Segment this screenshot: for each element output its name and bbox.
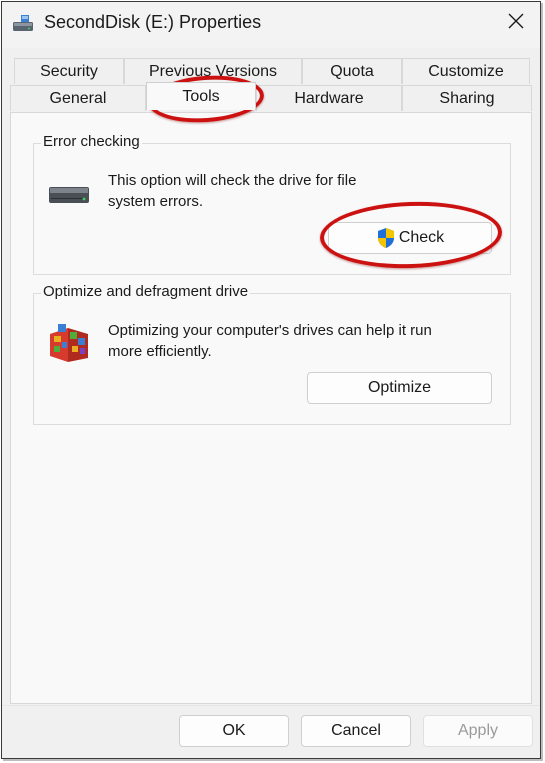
tab-sharing[interactable]: Sharing <box>402 85 532 111</box>
check-button[interactable]: Check <box>328 222 492 254</box>
optimize-title: Optimize and defragment drive <box>41 283 251 300</box>
tab-tools[interactable]: Tools <box>146 82 256 110</box>
tools-panel: Error checking This option will check th… <box>10 112 532 704</box>
title-bar: SecondDisk (E:) Properties <box>2 2 540 48</box>
error-checking-description-line1: This option will check the drive for fil… <box>108 172 357 189</box>
cancel-button-label: Cancel <box>331 722 381 739</box>
apply-button[interactable]: Apply <box>423 715 533 747</box>
tab-quota[interactable]: Quota <box>302 58 402 84</box>
error-checking-title: Error checking <box>41 133 142 150</box>
properties-dialog: SecondDisk (E:) Properties Security Prev… <box>1 1 541 759</box>
close-button[interactable] <box>492 2 540 44</box>
close-icon <box>508 13 524 34</box>
optimize-button[interactable]: Optimize <box>307 372 492 404</box>
ok-button-label: OK <box>222 722 246 739</box>
error-checking-description-line2: system errors. <box>108 193 204 210</box>
window-title: SecondDisk (E:) Properties <box>44 12 262 32</box>
apply-button-label: Apply <box>457 722 499 739</box>
error-checking-group: Error checking This option will check th… <box>33 133 511 275</box>
cancel-button[interactable]: Cancel <box>301 715 411 747</box>
tab-security[interactable]: Security <box>14 58 124 84</box>
optimize-button-label: Optimize <box>367 379 432 396</box>
defrag-icon <box>46 320 94 368</box>
tab-strip: Security Previous Versions Quota Customi… <box>2 58 540 114</box>
tab-general[interactable]: General <box>10 85 146 111</box>
tab-hardware[interactable]: Hardware <box>256 85 402 111</box>
drive-icon <box>48 184 92 208</box>
tab-customize[interactable]: Customize <box>402 58 530 84</box>
ok-button[interactable]: OK <box>179 715 289 747</box>
uac-shield-icon <box>376 227 396 249</box>
drive-icon <box>12 14 36 34</box>
optimize-description-line2: more efficiently. <box>108 343 212 360</box>
check-button-label: Check <box>398 229 445 246</box>
optimize-description-line1: Optimizing your computer's drives can he… <box>108 322 432 339</box>
optimize-group: Optimize and defragment drive Optimizing… <box>33 283 511 425</box>
tab-previous-versions[interactable]: Previous Versions <box>124 58 302 84</box>
footer-divider <box>2 705 540 706</box>
